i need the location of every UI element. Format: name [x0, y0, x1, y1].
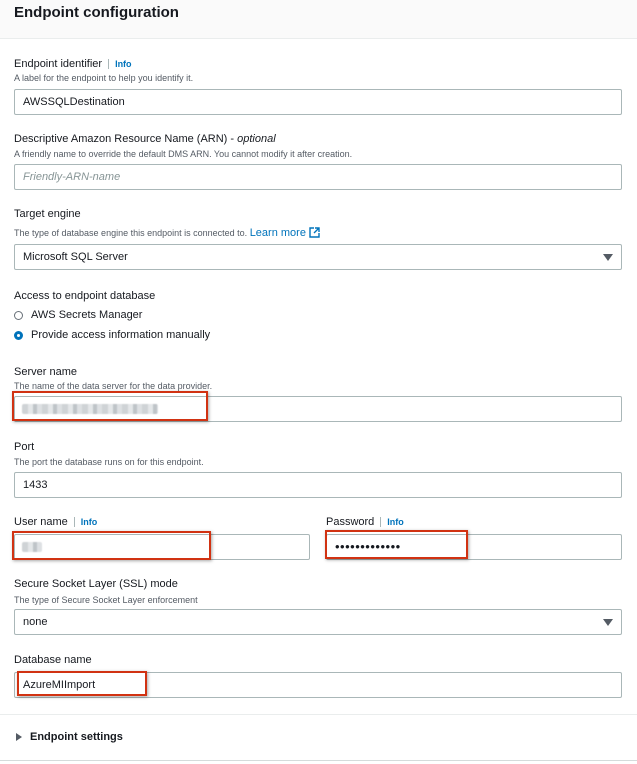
endpoint-identifier-label: Endpoint identifier	[14, 58, 103, 70]
radio-manual-access[interactable]: Provide access information manually	[14, 329, 210, 341]
password-info-link[interactable]: Info	[380, 517, 404, 527]
highlight-box-user-name	[12, 531, 211, 560]
ssl-mode-select[interactable]: none	[14, 609, 622, 635]
access-label: Access to endpoint database	[14, 290, 156, 302]
target-engine-value: Microsoft SQL Server	[23, 251, 128, 263]
learn-more-link[interactable]: Learn more	[250, 227, 306, 239]
bottom-divider	[0, 760, 637, 761]
target-engine-select[interactable]: Microsoft SQL Server	[14, 244, 622, 270]
endpoint-identifier-description: A label for the endpoint to help you ide…	[14, 73, 194, 83]
password-label-row: Password Info	[326, 516, 404, 528]
target-engine-label: Target engine	[14, 208, 81, 220]
target-engine-description-row: The type of database engine this endpoin…	[14, 227, 320, 239]
arn-placeholder: Friendly-ARN-name	[23, 171, 121, 183]
radio-secrets-manager[interactable]: AWS Secrets Manager	[14, 309, 142, 321]
endpoint-settings-label: Endpoint settings	[30, 731, 123, 743]
password-label: Password	[326, 516, 375, 528]
endpoint-identifier-info-link[interactable]: Info	[108, 59, 132, 69]
arn-optional-label: optional	[237, 133, 276, 145]
divider	[0, 714, 637, 715]
server-name-description: The name of the data server for the data…	[14, 381, 213, 391]
endpoint-identifier-label-row: Endpoint identifier Info	[14, 58, 132, 70]
server-name-label: Server name	[14, 366, 77, 378]
radio-unchecked-icon[interactable]	[14, 310, 23, 320]
section-title: Endpoint configuration	[14, 4, 179, 21]
port-description: The port the database runs on for this e…	[14, 457, 204, 467]
endpoint-identifier-input[interactable]: AWSSQLDestination	[14, 89, 622, 115]
radio-checked-icon[interactable]	[14, 330, 23, 340]
arn-input[interactable]: Friendly-ARN-name	[14, 164, 622, 190]
highlight-box-server-name	[12, 391, 208, 421]
highlight-box-database-name	[17, 671, 147, 696]
section-header: Endpoint configuration	[0, 0, 637, 39]
port-input[interactable]: 1433	[14, 472, 622, 498]
arn-label: Descriptive Amazon Resource Name (ARN) -	[14, 133, 238, 145]
ssl-mode-label: Secure Socket Layer (SSL) mode	[14, 578, 178, 590]
target-engine-description: The type of database engine this endpoin…	[14, 228, 248, 238]
arn-description: A friendly name to override the default …	[14, 149, 353, 159]
user-name-label: User name	[14, 516, 68, 528]
user-name-label-row: User name Info	[14, 516, 98, 528]
port-label: Port	[14, 441, 35, 453]
caret-down-icon	[603, 619, 613, 626]
radio-manual-access-label: Provide access information manually	[31, 329, 211, 341]
ssl-mode-description: The type of Secure Socket Layer enforcem…	[14, 595, 198, 605]
caret-down-icon	[603, 254, 613, 261]
highlight-box-password	[325, 530, 468, 559]
arn-label-row: Descriptive Amazon Resource Name (ARN) -…	[14, 133, 276, 145]
user-name-info-link[interactable]: Info	[73, 517, 98, 527]
radio-secrets-manager-label: AWS Secrets Manager	[31, 309, 143, 321]
external-link-icon[interactable]	[309, 227, 320, 238]
endpoint-settings-expander[interactable]: Endpoint settings	[16, 731, 123, 743]
ssl-mode-value: none	[23, 616, 48, 628]
caret-right-icon	[16, 733, 22, 741]
database-name-label: Database name	[14, 654, 92, 666]
